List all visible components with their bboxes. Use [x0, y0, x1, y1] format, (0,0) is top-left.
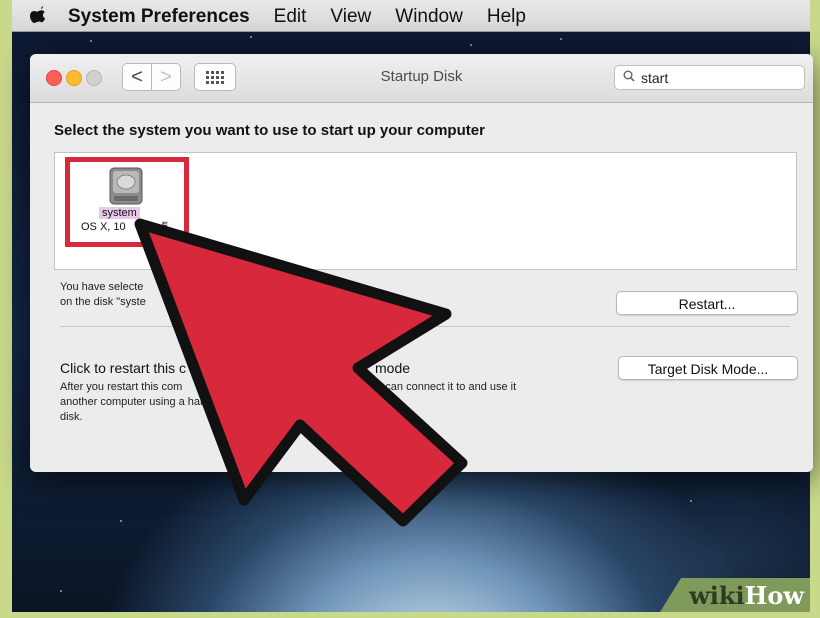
- menu-system-preferences[interactable]: System Preferences: [68, 7, 250, 27]
- star: [250, 36, 252, 38]
- star: [60, 590, 62, 592]
- image-frame-left: [0, 0, 12, 618]
- target-disk-mode-heading: Click to restart this c mode: [60, 360, 410, 376]
- tdm-heading-tail: mode: [375, 360, 411, 376]
- disk-os-suffix: 5: [161, 221, 168, 233]
- title-bar: < > Startup Disk: [30, 54, 813, 103]
- separator: [60, 326, 790, 327]
- startup-disk-item[interactable]: system OS X, 10 5: [65, 157, 189, 247]
- disk-list-panel: system OS X, 10 5: [54, 152, 797, 270]
- tdm-description: After you restart this com another compu…: [60, 381, 210, 423]
- star: [90, 40, 92, 42]
- star: [470, 44, 472, 46]
- hard-drive-icon: [109, 167, 143, 205]
- menu-window[interactable]: Window: [395, 7, 463, 27]
- watermark-how: How: [744, 580, 804, 610]
- disk-os-label: OS X, 10 5: [81, 221, 168, 233]
- selection-line-1: You have selecte: [60, 281, 144, 293]
- search-input[interactable]: [639, 68, 793, 87]
- target-disk-mode-button[interactable]: Target Disk Mode...: [618, 356, 798, 380]
- apple-icon[interactable]: [30, 6, 52, 27]
- menu-help[interactable]: Help: [487, 7, 526, 27]
- magnifier-icon: [623, 70, 635, 85]
- disk-os-prefix: OS X, 10: [81, 221, 126, 233]
- menu-bar: System Preferences Edit View Window Help: [12, 0, 810, 32]
- prompt-heading: Select the system you want to use to sta…: [54, 122, 485, 139]
- tdm-description-tail: ou can connect it to and use it as a: [370, 381, 517, 408]
- menu-edit[interactable]: Edit: [274, 7, 307, 27]
- star: [690, 500, 692, 502]
- menu-view[interactable]: View: [330, 7, 371, 27]
- disk-name-label: system: [99, 207, 140, 219]
- tdm-heading-head: Click to restart this c: [60, 360, 187, 376]
- search-field[interactable]: [614, 65, 805, 90]
- star: [560, 38, 562, 40]
- image-frame-bottom: [0, 612, 820, 618]
- star: [120, 520, 122, 522]
- selection-line-2: on the disk "syste: [60, 296, 146, 308]
- restart-button[interactable]: Restart...: [616, 291, 798, 315]
- selection-description: You have selecte on the disk "syste: [60, 280, 310, 310]
- startup-disk-window: < > Startup Disk Select the system you w…: [30, 54, 813, 472]
- watermark-wiki: wiki: [689, 580, 745, 610]
- wikihow-watermark: wiki How: [660, 578, 810, 612]
